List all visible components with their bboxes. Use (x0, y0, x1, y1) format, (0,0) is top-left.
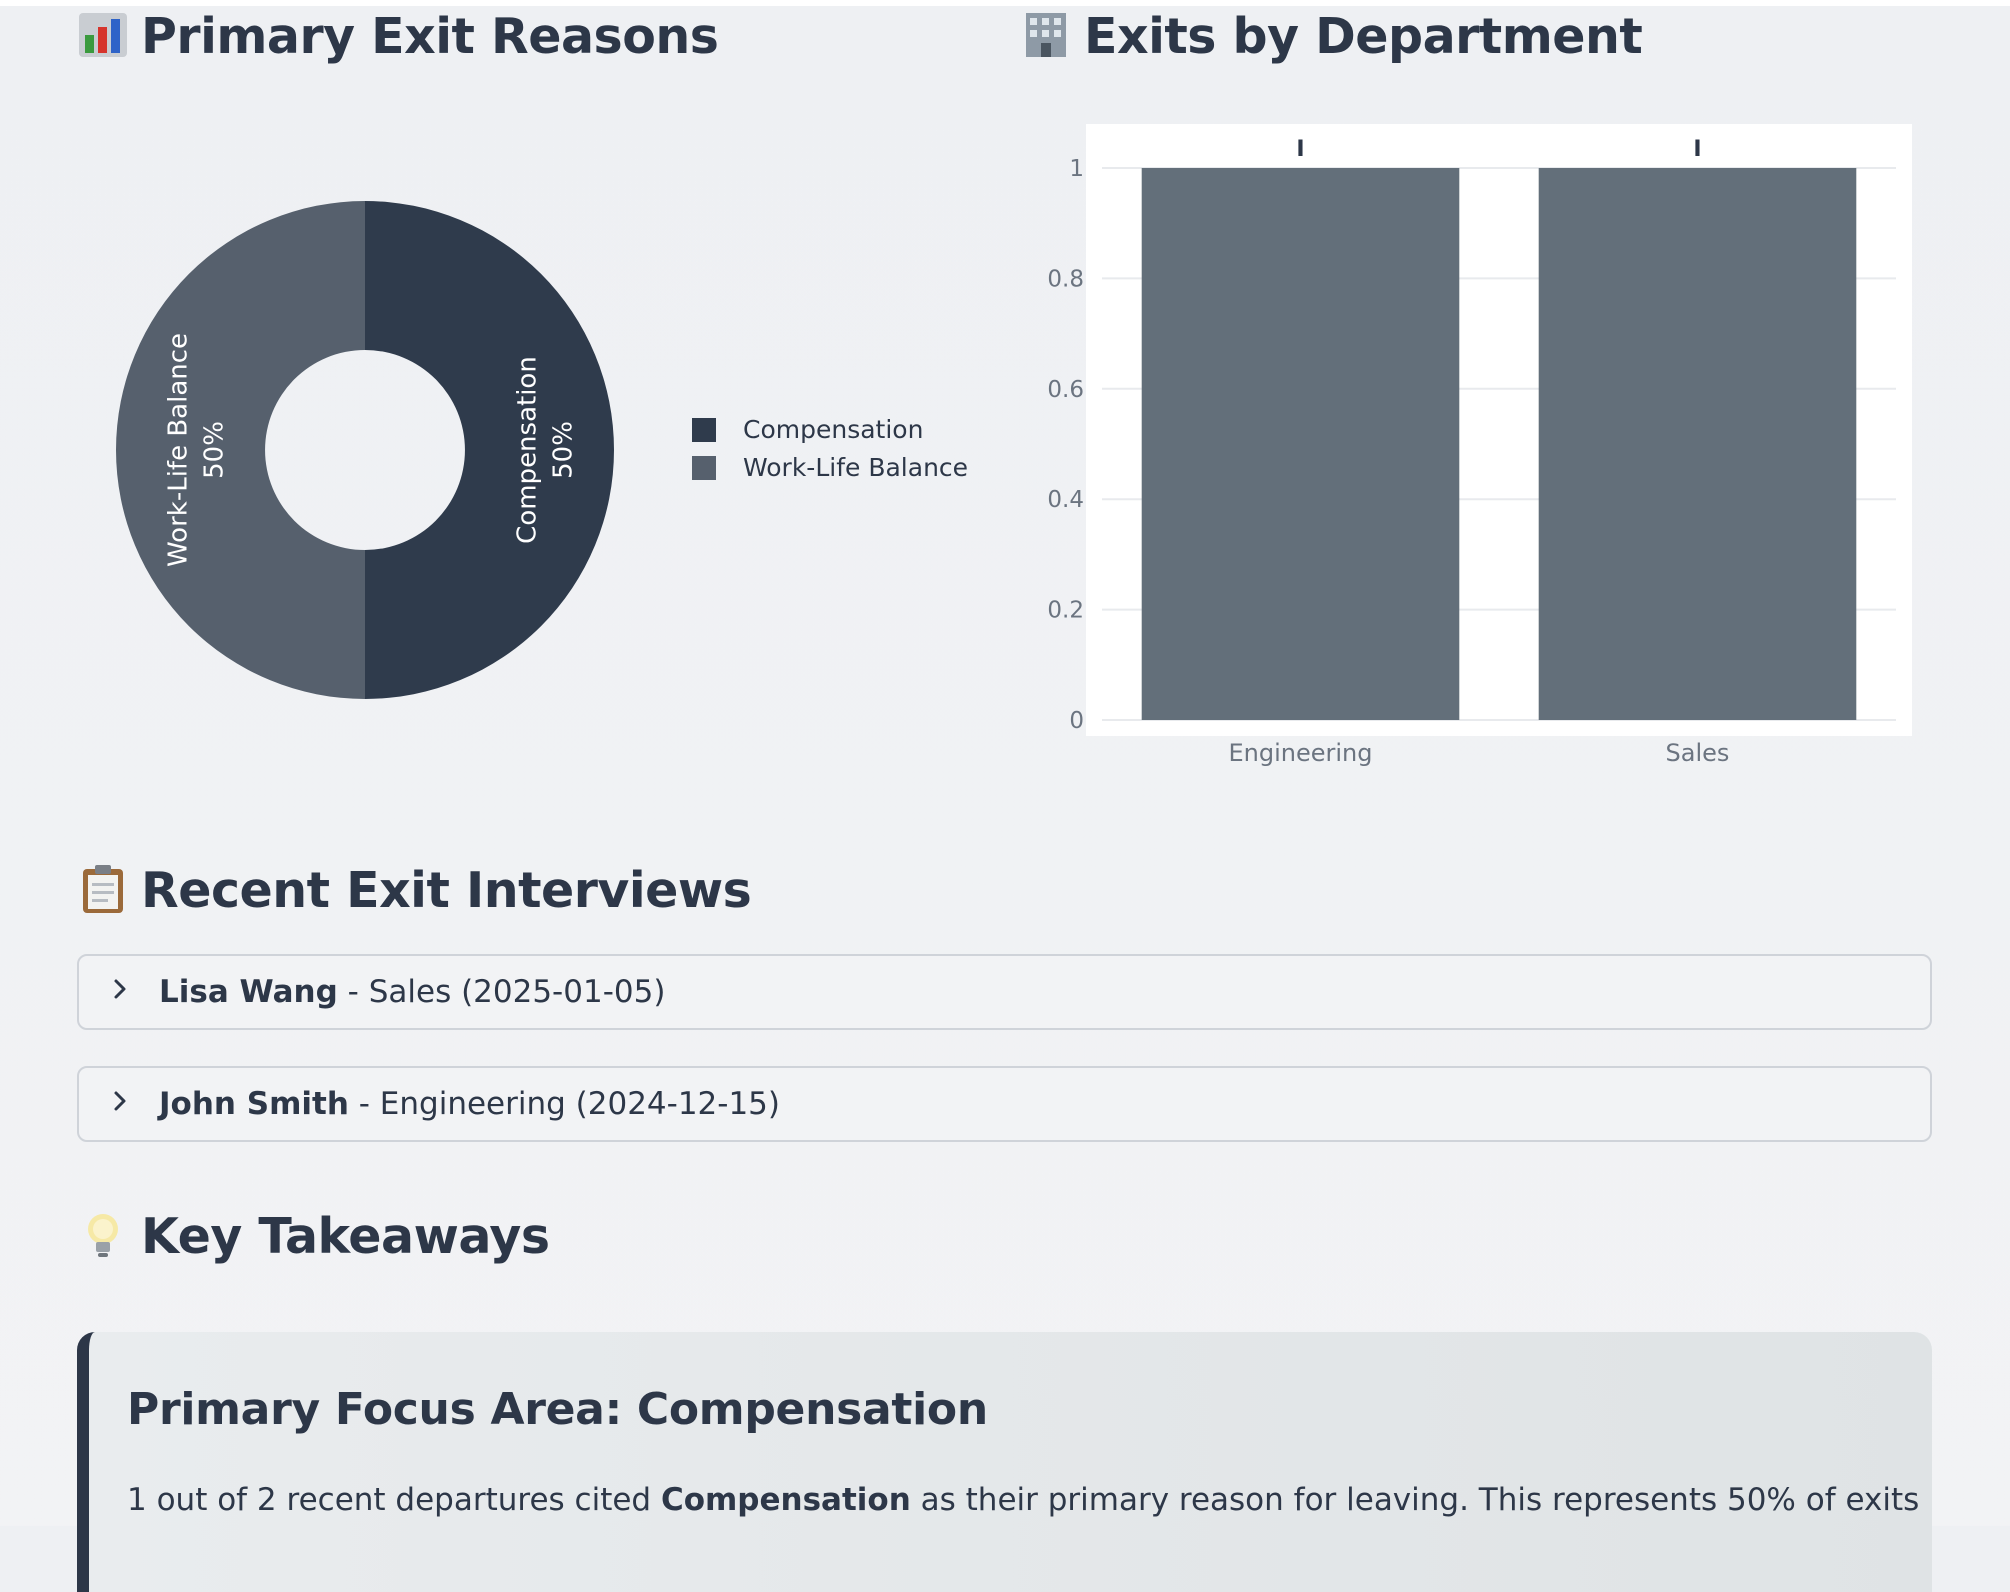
takeaway-callout: Primary Focus Area: Compensation 1 out o… (77, 1332, 1932, 1592)
y-tick-label: 0.2 (1047, 598, 1084, 624)
y-tick-label: 0 (1069, 708, 1084, 734)
top-border (0, 0, 2010, 6)
takeaway-text-highlight: Compensation (660, 1482, 911, 1518)
slice-label-name: Compensation (513, 356, 543, 544)
department-title: Exits by Department (1084, 8, 1643, 65)
legend-swatch (692, 456, 716, 480)
bar-data-label: I (1693, 137, 1701, 162)
interviews-heading: Recent Exit Interviews (77, 862, 752, 919)
interview-item-lisa-wang[interactable]: Lisa Wang - Sales (2025-01-05) (77, 954, 1932, 1030)
interview-summary: Lisa Wang - Sales (2025-01-05) (159, 974, 665, 1010)
takeaways-heading: Key Takeaways (77, 1208, 550, 1265)
donut-slice-work-life-balance (116, 201, 365, 699)
interview-name: John Smith (159, 1086, 349, 1122)
takeaways-title: Key Takeaways (141, 1208, 550, 1265)
interview-detail: - Engineering (2024-12-15) (348, 1086, 780, 1122)
exit-reasons-title: Primary Exit Reasons (141, 8, 719, 65)
department-bar-chart: 0 0.2 0.4 0.6 0.8 1 I Engineering I Sales (1047, 124, 1912, 767)
y-tick-label: 0.6 (1047, 377, 1084, 403)
takeaway-heading: Primary Focus Area: Compensation (127, 1384, 988, 1435)
office-building-icon (1026, 13, 1066, 57)
takeaway-text-start: 1 out of 2 recent departures cited (127, 1482, 661, 1518)
y-tick-label: 0.8 (1047, 266, 1084, 292)
slice-label-name: Work-Life Balance (164, 333, 194, 567)
interview-item-john-smith[interactable]: John Smith - Engineering (2024-12-15) (77, 1066, 1932, 1142)
slice-label-percent: 50% (549, 421, 579, 479)
chevron-right-icon (113, 1089, 135, 1119)
bar-sales (1538, 168, 1857, 720)
bar-data-label: I (1296, 137, 1304, 162)
interview-name: Lisa Wang (159, 974, 338, 1010)
clipboard-icon (83, 865, 123, 913)
bar-chart-icon (79, 13, 127, 57)
exit-reasons-heading: Primary Exit Reasons (77, 8, 719, 65)
legend-item: Work-Life Balance (743, 453, 968, 482)
takeaway-text-end: as their primary reason for leaving. Thi… (910, 1482, 1920, 1518)
exit-reasons-donut-chart: Compensation 50%Work-Life Balance 50% Compe… (116, 201, 968, 699)
light-bulb-icon (88, 1214, 118, 1257)
legend-item: Compensation (743, 415, 923, 444)
takeaway-text: 1 out of 2 recent departures cited Compe… (127, 1482, 1919, 1518)
x-tick-label: Engineering (1229, 739, 1373, 767)
interviews-title: Recent Exit Interviews (141, 862, 752, 919)
chevron-right-icon (113, 977, 135, 1007)
interview-summary: John Smith - Engineering (2024-12-15) (159, 1086, 780, 1122)
department-heading: Exits by Department (1020, 8, 1643, 65)
bar-engineering (1141, 168, 1460, 720)
interview-detail: - Sales (2025-01-05) (337, 974, 666, 1010)
x-tick-label: Sales (1666, 739, 1730, 767)
slice-label-percent: 50% (200, 421, 230, 479)
y-tick-label: 1 (1069, 156, 1084, 182)
legend-swatch (692, 418, 716, 442)
y-tick-label: 0.4 (1047, 487, 1084, 513)
